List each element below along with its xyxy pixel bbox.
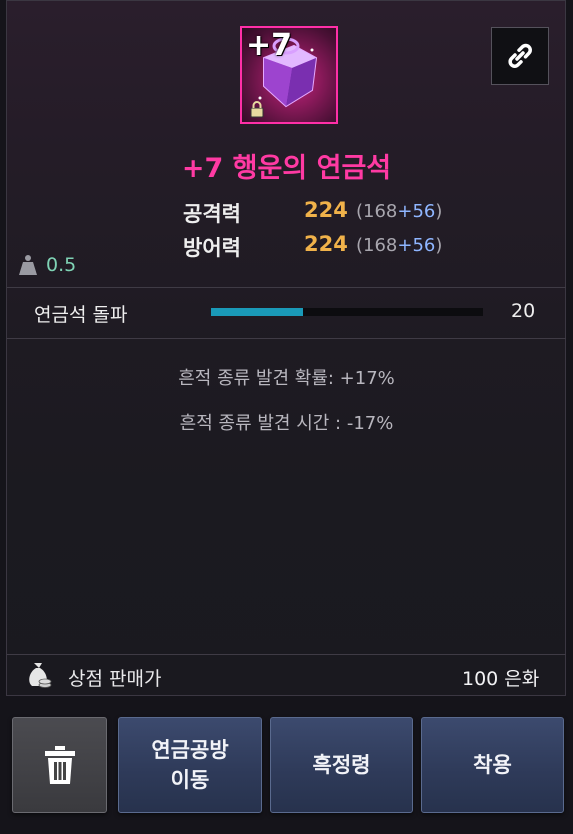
stat-base: 168 xyxy=(363,235,398,256)
shop-price-label: 상점 판매가 xyxy=(68,668,162,690)
stat-value: 224 xyxy=(304,232,348,256)
move-to-alchemy-lab-button[interactable]: 연금공방 이동 xyxy=(118,717,262,813)
stat-bonus: +56 xyxy=(397,235,436,256)
shop-price-value: 100 은화 xyxy=(462,668,540,690)
trash-icon xyxy=(44,746,75,784)
weight-icon xyxy=(19,255,37,275)
item-name: +7 행운의 연금석 xyxy=(181,153,392,184)
breakthrough-value: 20 xyxy=(511,300,536,322)
button-label: 연금공방 이동 xyxy=(151,735,228,796)
effect-line: 흔적 종류 발견 시간 : -17% xyxy=(179,413,394,434)
stat-row-defense: 방어력 224 (168+56) xyxy=(0,232,573,262)
stat-base: 168 xyxy=(363,201,398,222)
button-label-line: 이동 xyxy=(170,768,210,792)
enhance-level-label: +7 xyxy=(246,28,293,63)
link-icon xyxy=(508,43,532,68)
delete-button[interactable] xyxy=(12,717,107,813)
stat-label: 방어력 xyxy=(183,236,241,260)
link-button[interactable] xyxy=(491,27,549,85)
lock-icon xyxy=(250,101,264,118)
black-spirit-button[interactable]: 흑정령 xyxy=(270,717,413,813)
divider xyxy=(7,654,566,655)
weight-value: 0.5 xyxy=(46,254,77,276)
button-label-line: 연금공방 xyxy=(151,737,229,762)
stat-row-attack: 공격력 224 (168+56) xyxy=(0,198,573,228)
stat-detail: (168+56) xyxy=(356,201,443,222)
stat-label: 공격력 xyxy=(183,202,241,226)
stat-value: 224 xyxy=(304,198,348,222)
breakthrough-label: 연금석 돌파 xyxy=(34,304,128,326)
breakthrough-progress-bar xyxy=(211,308,483,316)
money-bag-icon xyxy=(29,663,52,688)
divider xyxy=(7,287,566,288)
effect-line: 흔적 종류 발견 확률: +17% xyxy=(178,368,395,389)
divider xyxy=(7,338,566,339)
breakthrough-progress-fill xyxy=(211,308,304,316)
equip-button[interactable]: 착용 xyxy=(421,717,564,813)
stat-bonus: +56 xyxy=(397,201,436,222)
weight-info: 0.5 xyxy=(18,254,76,276)
stat-detail: (168+56) xyxy=(356,235,443,256)
item-icon: +7 xyxy=(240,26,338,124)
